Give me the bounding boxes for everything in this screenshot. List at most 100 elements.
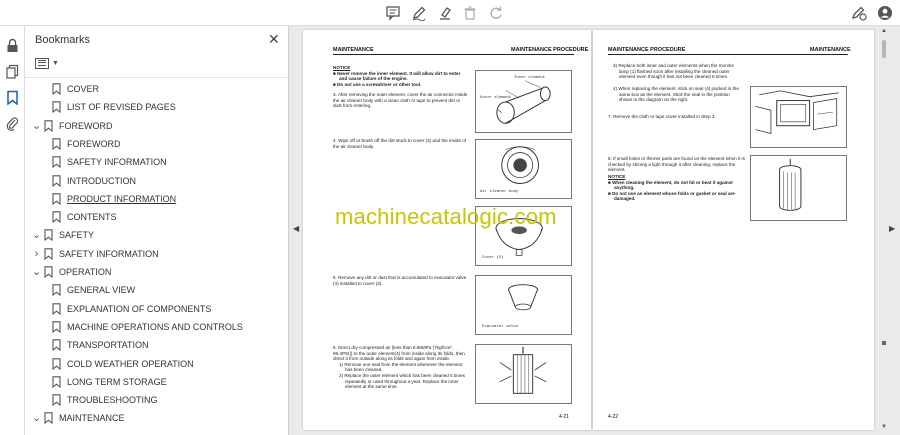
figure-monitor-seal <box>750 86 847 148</box>
bookmark-item-label: FOREWORD <box>59 120 113 131</box>
bookmark-item[interactable]: ⌄ MAINTENANCE <box>25 409 280 427</box>
bookmark-item-label: SAFETY INFORMATION <box>59 248 159 259</box>
fill-sign-icon[interactable] <box>851 5 867 21</box>
bookmark-icon[interactable] <box>5 90 20 106</box>
step-3-text: 3. After removing the outer element, cov… <box>333 92 468 109</box>
bookmark-options-button[interactable]: ▼ <box>35 56 59 70</box>
bookmark-item[interactable]: TRANSPORTATION <box>25 336 280 354</box>
notice-text-1: When cleaning the element, do not hit or… <box>612 179 733 191</box>
fig-label-outer-element: Outer element <box>480 96 512 100</box>
bookmark-item[interactable]: ⌄ OPERATION <box>25 263 280 281</box>
comment-icon[interactable] <box>385 5 401 21</box>
page-header-left: MAINTENANCE <box>333 47 374 53</box>
bookmark-item[interactable]: PRODUCT INFORMATION <box>25 190 280 208</box>
scroll-up-icon[interactable]: ▲ <box>881 28 887 34</box>
chevron-down-icon[interactable]: ⌄ <box>32 120 41 131</box>
bookmark-list: COVER LIST OF REVISED PAGES ⌄ FOREWORD FOREW… <box>25 80 280 435</box>
bookmark-item-label: INTRODUCTION <box>67 175 136 186</box>
document-scrollbar[interactable]: ▲ ▼ <box>880 28 888 433</box>
bookmarks-title: Bookmarks <box>35 34 91 46</box>
document-page-right: MAINTENANCE PROCEDURE MAINTENANCE 3) Rep… <box>593 30 874 430</box>
bookmark-flag-icon <box>52 321 61 333</box>
bookmark-flag-icon <box>52 138 61 150</box>
close-icon[interactable]: ✕ <box>268 32 280 46</box>
bookmark-item-label: COLD WEATHER OPERATION <box>67 358 194 369</box>
step-5-text: 5. Remove any dirt or dust that is accum… <box>333 275 467 286</box>
notice-block: NOTICE ■ When cleaning the element, do n… <box>608 174 748 202</box>
bookmark-item[interactable]: ⌄ SAFETY <box>25 226 280 244</box>
step-4-text: 4. Wipe off or brush off the dirt stuck … <box>333 138 467 149</box>
fig-label-cover: Cover (3) <box>482 256 504 260</box>
chevron-down-icon[interactable]: ⌄ <box>32 413 41 424</box>
lock-icon[interactable] <box>5 38 20 53</box>
step-7-text: 7. Remove the cloth or tape cover instal… <box>608 114 716 119</box>
bookmark-item[interactable]: CONTENTS <box>25 208 280 226</box>
navigation-rail <box>0 26 25 435</box>
bookmark-flag-icon <box>52 394 61 407</box>
bookmark-item-label: LIST OF REVISED PAGES <box>67 102 176 113</box>
scroll-marker <box>882 341 886 345</box>
bookmark-item[interactable]: FOREWORD <box>25 135 280 153</box>
bookmark-item[interactable]: SAFETY INFORMATION <box>25 153 280 171</box>
header-rule <box>333 54 574 55</box>
scroll-down-icon[interactable]: ▼ <box>881 424 887 430</box>
fig-label-evacuator-valve: Evacuator valve <box>482 325 519 329</box>
chevron-right-icon[interactable]: › <box>32 248 41 259</box>
redo-icon[interactable] <box>488 5 504 21</box>
bookmark-item[interactable]: COVER <box>25 80 280 98</box>
scrollbar-thumb[interactable] <box>882 40 886 58</box>
pages-icon[interactable] <box>5 64 20 79</box>
document-page-left: MAINTENANCE MAINTENANCE PROCEDURE NOTICE… <box>303 30 591 430</box>
bookmark-flag-icon <box>52 193 61 205</box>
bookmark-flag-icon <box>52 339 61 352</box>
bookmark-item[interactable]: INTRODUCTION <box>25 172 280 190</box>
fig-label-air-cleaner-body: Air cleaner body <box>480 190 519 194</box>
bookmark-item[interactable]: MACHINE OPERATIONS AND CONTROLS <box>25 318 280 336</box>
bookmark-item[interactable]: EXPLANATION OF COMPONENTS <box>25 300 280 318</box>
collapse-panel-left-icon[interactable]: ◀ <box>293 224 299 233</box>
bookmark-flag-icon <box>52 101 61 114</box>
bookmark-item-label: CONTENTS <box>67 212 117 223</box>
bookmark-item-label: OPERATION <box>59 267 112 277</box>
figure-element-removal: Inner element Outer element <box>475 70 572 133</box>
chevron-down-icon: ▼ <box>52 59 59 67</box>
bookmarks-panel: Bookmarks ✕ ▼ COVER LIST OF REVISED PAGES… <box>25 26 308 435</box>
bookmark-item[interactable]: LIST OF REVISED PAGES <box>25 98 280 116</box>
bookmark-flag-icon <box>44 229 53 242</box>
bookmark-item[interactable]: TROUBLESHOOTING <box>25 391 280 409</box>
bookmark-item[interactable]: COLD WEATHER OPERATION <box>25 355 280 373</box>
chevron-down-icon[interactable]: ⌄ <box>32 267 41 278</box>
bookmark-item[interactable]: LONG TERM STORAGE <box>25 373 280 391</box>
bookmark-flag-icon <box>52 376 61 388</box>
step-6-main: 6. Direct dry compressed air (less than … <box>333 345 465 362</box>
delete-icon[interactable] <box>462 5 478 21</box>
figure-compressed-air <box>475 344 572 404</box>
figure-element-inspection <box>750 155 847 221</box>
bookmark-item[interactable]: › SAFETY INFORMATION <box>25 245 280 263</box>
bookmark-item-label: TRANSPORTATION <box>67 340 149 351</box>
notice-text-2: Do not use a screwdriver or other tool. <box>337 81 422 87</box>
figure-evacuator-valve: Evacuator valve <box>475 275 572 335</box>
bookmark-flag-icon <box>52 357 61 370</box>
bookmark-item-label: SAFETY <box>59 230 95 241</box>
bookmark-item[interactable]: ⌄ FOREWORD <box>25 117 280 135</box>
step-6-text: 6. Direct dry compressed air (less than … <box>333 345 468 390</box>
attachment-icon[interactable] <box>5 116 20 131</box>
bookmark-flag-icon <box>52 156 61 169</box>
step-6-sub-1: 1) Remove one seal from the element when… <box>339 361 463 373</box>
chevron-down-icon[interactable]: ⌄ <box>32 230 41 241</box>
top-toolbar <box>0 0 900 26</box>
bookmark-flag-icon <box>52 284 61 297</box>
fig-label-inner-element: Inner element <box>514 76 546 80</box>
highlight-icon[interactable] <box>437 5 453 21</box>
step-8-text: 8. If small holes or thinner parts are f… <box>608 156 745 173</box>
collapse-panel-right-icon[interactable]: ▶ <box>889 224 895 233</box>
bookmark-item-label: MACHINE OPERATIONS AND CONTROLS <box>67 321 243 332</box>
bookmark-item[interactable]: GENERAL VIEW <box>25 281 280 299</box>
bookmark-item-label: MAINTENANCE <box>59 413 125 424</box>
pen-icon[interactable] <box>411 5 427 21</box>
bookmark-flag-icon <box>52 211 61 224</box>
step-3-cont-text: 3) Replace both inner and outer elements… <box>613 63 735 80</box>
bookmark-item-label: GENERAL VIEW <box>67 285 136 296</box>
account-icon[interactable] <box>877 5 893 21</box>
